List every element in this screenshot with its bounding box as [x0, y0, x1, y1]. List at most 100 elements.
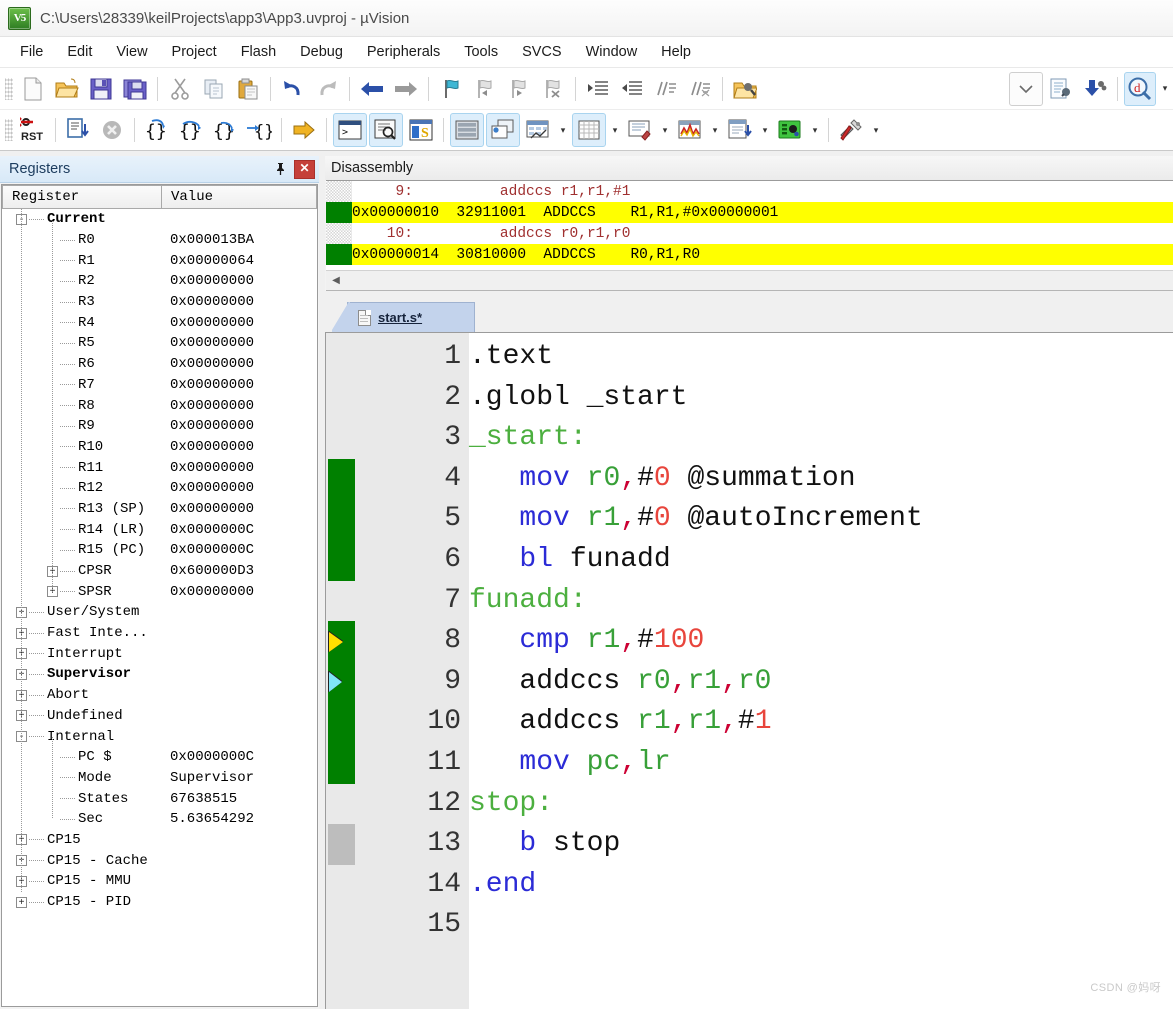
- register-row[interactable]: + SPSR 0x00000000: [2, 581, 317, 602]
- register-value[interactable]: 0x0000000C: [170, 542, 254, 558]
- register-row[interactable]: R4 0x00000000: [2, 312, 317, 333]
- new-file-icon[interactable]: [17, 73, 49, 105]
- register-row[interactable]: + CP15 - PID: [2, 892, 317, 913]
- disassembly-body[interactable]: 9: addccs r1,r1,#1 0x00000010 32911001 A…: [326, 180, 1173, 291]
- register-row[interactable]: R9 0x00000000: [2, 416, 317, 437]
- cut-icon[interactable]: [164, 73, 196, 105]
- register-row[interactable]: R8 0x00000000: [2, 395, 317, 416]
- code-line[interactable]: _start:: [469, 418, 587, 459]
- code-coverage-marker[interactable]: [328, 499, 355, 540]
- step-out-icon[interactable]: {}: [209, 114, 241, 146]
- debug-session-icon[interactable]: d: [1124, 71, 1156, 106]
- menu-item-flash[interactable]: Flash: [229, 40, 288, 64]
- code-line[interactable]: mov r0,#0 @summation: [469, 459, 855, 500]
- code-line[interactable]: .globl _start: [469, 378, 687, 419]
- stop-icon[interactable]: [96, 114, 128, 146]
- register-value[interactable]: 0x000013BA: [170, 232, 254, 248]
- download-icon[interactable]: [1079, 73, 1111, 105]
- scroll-left-icon[interactable]: ◀: [326, 272, 346, 289]
- register-row[interactable]: R6 0x00000000: [2, 354, 317, 375]
- register-row[interactable]: R11 0x00000000: [2, 457, 317, 478]
- register-row[interactable]: States 67638515: [2, 788, 317, 809]
- register-row[interactable]: +Abort: [2, 685, 317, 706]
- register-value[interactable]: 0x00000000: [170, 584, 254, 600]
- register-value[interactable]: 0x00000000: [170, 273, 254, 289]
- outdent-icon[interactable]: [616, 73, 648, 105]
- code-coverage-marker[interactable]: [326, 202, 352, 223]
- register-row[interactable]: R0 0x000013BA: [2, 230, 317, 251]
- pin-icon[interactable]: [272, 161, 289, 178]
- run-icon[interactable]: [62, 114, 94, 146]
- column-header-value[interactable]: Value: [162, 185, 317, 209]
- menu-item-window[interactable]: Window: [574, 40, 650, 64]
- run-to-cursor-icon[interactable]: {}: [243, 114, 275, 146]
- register-value[interactable]: 0x00000000: [170, 501, 254, 517]
- code-line[interactable]: .end: [469, 865, 536, 906]
- code-line[interactable]: cmp r1,#100: [469, 621, 704, 662]
- registers-tree[interactable]: Register Value -Current R0 0x000013BA R1 0x0…: [1, 184, 318, 1007]
- register-row[interactable]: R1 0x00000064: [2, 250, 317, 271]
- register-value[interactable]: 0x00000000: [170, 315, 254, 331]
- editor-code-area[interactable]: .text .globl _start _start: mov r0,#0 @sum…: [469, 333, 1173, 1009]
- register-row[interactable]: R15 (PC) 0x0000000C: [2, 540, 317, 561]
- disassembly-gutter[interactable]: [326, 223, 352, 244]
- code-line[interactable]: .text: [469, 337, 553, 378]
- register-value[interactable]: 67638515: [170, 791, 237, 807]
- register-value[interactable]: 0x00000000: [170, 377, 254, 393]
- register-row[interactable]: -Current: [2, 209, 317, 230]
- disassembly-source-row[interactable]: 10: addccs r0,r1,r0: [326, 223, 1173, 244]
- register-row[interactable]: R5 0x00000000: [2, 333, 317, 354]
- symbols-window-icon[interactable]: S: [405, 114, 437, 146]
- disassembly-instruction-row[interactable]: 0x00000014 30810000 ADDCCS R0,R1,R0: [326, 244, 1173, 265]
- dropdown-icon[interactable]: [1009, 71, 1043, 106]
- call-stack-icon[interactable]: [486, 113, 520, 147]
- register-row[interactable]: R3 0x00000000: [2, 292, 317, 313]
- find-in-files-icon[interactable]: [729, 73, 761, 105]
- paste-icon[interactable]: [232, 73, 264, 105]
- registers-window-icon[interactable]: [450, 113, 484, 147]
- save-all-icon[interactable]: [119, 73, 151, 105]
- register-row[interactable]: +CP15: [2, 830, 317, 851]
- bookmark-clear-icon[interactable]: [537, 73, 569, 105]
- register-row[interactable]: R7 0x00000000: [2, 375, 317, 396]
- code-coverage-marker[interactable]: [328, 702, 355, 743]
- disassembly-window-icon[interactable]: [369, 113, 403, 147]
- menu-item-tools[interactable]: Tools: [452, 40, 510, 64]
- serial-window-icon[interactable]: [624, 114, 656, 146]
- register-row[interactable]: -Internal: [2, 726, 317, 747]
- code-coverage-marker[interactable]: [328, 458, 355, 500]
- register-value[interactable]: Supervisor: [170, 770, 254, 786]
- code-coverage-marker[interactable]: [328, 743, 355, 784]
- toolbox-icon[interactable]: [835, 114, 867, 146]
- code-line[interactable]: addccs r0,r1,r0: [469, 662, 771, 703]
- register-row[interactable]: +Undefined: [2, 706, 317, 727]
- disassembly-hscrollbar[interactable]: ◀: [326, 270, 1173, 290]
- code-line[interactable]: bl funadd: [469, 540, 670, 581]
- close-icon[interactable]: ✕: [294, 159, 315, 179]
- register-value[interactable]: 0x00000000: [170, 335, 254, 351]
- chevron-down-icon[interactable]: ▾: [868, 115, 884, 145]
- analysis-window-icon[interactable]: [674, 114, 706, 146]
- disassembly-instruction-row[interactable]: 0x00000010 32911001 ADDCCS R1,R1,#0x0000…: [326, 202, 1173, 223]
- reset-icon[interactable]: RST: [17, 114, 49, 146]
- code-line[interactable]: stop:: [469, 784, 553, 825]
- code-line[interactable]: mov r1,#0 @autoIncrement: [469, 499, 922, 540]
- code-coverage-marker[interactable]: [326, 244, 352, 265]
- chevron-down-icon[interactable]: ▾: [757, 115, 773, 145]
- register-row[interactable]: +CP15 - MMU: [2, 871, 317, 892]
- register-value[interactable]: 0x00000000: [170, 480, 254, 496]
- register-value[interactable]: 5.63654292: [170, 811, 254, 827]
- menu-item-view[interactable]: View: [104, 40, 159, 64]
- watch-window-icon[interactable]: [522, 114, 554, 146]
- configure-target-icon[interactable]: [1045, 73, 1077, 105]
- modified-line-marker[interactable]: [328, 824, 355, 865]
- register-value[interactable]: 0x00000000: [170, 439, 254, 455]
- register-value[interactable]: 0x0000000C: [170, 749, 254, 765]
- register-row[interactable]: +CPSR 0x600000D3: [2, 561, 317, 582]
- open-folder-icon[interactable]: [51, 73, 83, 105]
- current-statement-arrow-icon[interactable]: [329, 672, 342, 693]
- code-line[interactable]: addccs r1,r1,#1: [469, 702, 771, 743]
- breakpoint-arrow-icon[interactable]: [329, 631, 343, 652]
- menu-item-help[interactable]: Help: [649, 40, 703, 64]
- column-header-register[interactable]: Register: [2, 185, 162, 209]
